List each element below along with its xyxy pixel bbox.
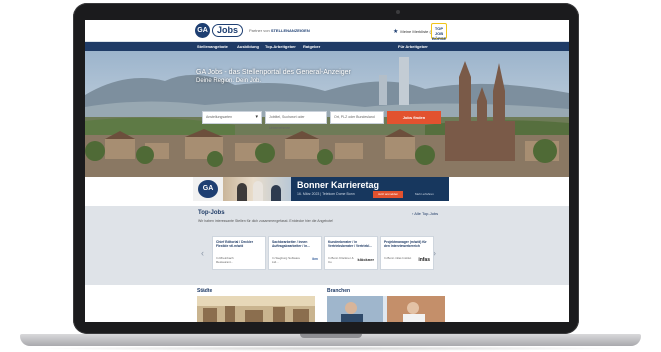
job-card-location: In Bonn Klöckner & Co xyxy=(328,256,354,264)
nav-item-fuer-arbeitgeber[interactable]: Für Arbeitgeber xyxy=(398,44,428,49)
award-badge: TOP JOB BÖRSE xyxy=(431,23,447,41)
webcam xyxy=(396,10,400,14)
job-card-title: Projektmanager (m/w/d) für den Interview… xyxy=(384,240,427,248)
job-card-brand: infas xyxy=(418,257,430,263)
job-card-title: Kundenberater / in Vertriebsberater / Ve… xyxy=(328,240,372,248)
person-figure xyxy=(271,185,281,201)
person-figure xyxy=(253,181,263,201)
site-header: GA Jobs Partner von STELLENANZEIGEN ★ Mei… xyxy=(85,20,569,42)
job-card-brand: klöckner xyxy=(357,257,374,262)
top-jobs-title: Top-Jobs xyxy=(198,210,225,216)
award-line: BÖRSE xyxy=(432,36,447,41)
job-card-title: Sachbearbeiter / innen Auftragsbearbeite… xyxy=(272,240,310,248)
laptop-shadow xyxy=(30,346,631,351)
partner-text: Partner von xyxy=(249,28,270,33)
top-jobs-section: Top-Jobs Wir haben interessante Stellen … xyxy=(85,206,569,285)
hero-title: GA Jobs - das Stellenportal des General-… xyxy=(196,69,351,76)
banner-more-link[interactable]: Mehr erfahren xyxy=(415,192,434,196)
employment-type-value: Anstellungsarten xyxy=(206,115,233,119)
job-card-location: In Bonn infas Institut xyxy=(384,256,412,260)
site-logo[interactable]: GA Jobs xyxy=(195,23,244,38)
banner-register-button[interactable]: Jetzt anmelden xyxy=(373,191,403,198)
find-jobs-button[interactable]: Jobs finden xyxy=(387,111,441,124)
job-card-brand: ibm xyxy=(311,257,318,261)
job-search-form: Anstellungsarten ▾ Jobtitel, Suchwort ode… xyxy=(202,111,441,130)
job-card[interactable]: Kundenberater / in Vertriebsberater / Ve… xyxy=(324,236,378,270)
laptop-notch xyxy=(300,334,362,338)
nav-item-ausbildung[interactable]: Ausbildung xyxy=(237,44,259,49)
job-card[interactable]: Projektmanager (m/w/d) für den Interview… xyxy=(380,236,434,270)
chevron-down-icon: ▾ xyxy=(255,114,258,120)
hero-subtitle: Deine Region. Dein Job. xyxy=(196,78,262,84)
location-input[interactable]: Ort, PLZ oder Bundesland xyxy=(330,111,384,124)
person-figure xyxy=(237,183,247,201)
ga-logo-icon: GA xyxy=(198,180,218,198)
nav-item-ratgeber[interactable]: Ratgeber xyxy=(303,44,320,49)
job-card[interactable]: Chief Editorial / Deckler Flexible vtl.m… xyxy=(212,236,266,270)
job-card-location: In Rheinbach Restaurant... xyxy=(216,256,234,264)
keyword-input[interactable]: Jobtitel, Suchwort oder Unternehmen xyxy=(265,111,327,130)
job-card-title: Chief Editorial / Deckler Flexible vtl.m… xyxy=(216,240,254,248)
banner-logo: GA xyxy=(193,177,223,201)
all-top-jobs-label: Alle Top-Jobs xyxy=(414,211,439,216)
city-photo xyxy=(197,296,315,322)
cities-section-title: Städte xyxy=(197,288,213,294)
employment-type-select[interactable]: Anstellungsarten ▾ xyxy=(202,111,262,124)
jobs-wordmark: Jobs xyxy=(212,24,244,37)
star-icon: ★ xyxy=(393,29,399,35)
nav-item-top-arbeitgeber[interactable]: Top-Arbeitgeber xyxy=(265,44,296,49)
job-card-location: In Siegburg Software Ltd... xyxy=(272,256,301,264)
industry-photo xyxy=(327,296,445,322)
main-nav: Stellenangebote Ausbildung Top-Arbeitgeb… xyxy=(85,42,569,51)
job-card[interactable]: Sachbearbeiter / innen Auftragsbearbeite… xyxy=(268,236,322,270)
partner-brand: STELLENANZEIGEN xyxy=(270,28,310,33)
ga-logo-icon: GA xyxy=(195,23,210,38)
laptop-mockup: GA Jobs Partner von STELLENANZEIGEN ★ Mei… xyxy=(0,0,661,352)
partner-note: Partner von STELLENANZEIGEN xyxy=(249,28,310,33)
all-top-jobs-link[interactable]: › Alle Top-Jobs xyxy=(412,211,438,216)
karrieretag-banner[interactable]: GA Bonner Karrieretag 16. März 2023 | Te… xyxy=(193,177,449,201)
banner-title: Bonner Karrieretag xyxy=(297,180,380,190)
hero-section: GA Jobs - das Stellenportal des General-… xyxy=(85,51,569,177)
industries-section-title: Branchen xyxy=(327,288,351,294)
banner-subtitle: 16. März 2023 | Telekom Dome Bonn xyxy=(297,192,355,196)
banner-photo xyxy=(223,177,291,201)
carousel-prev-icon[interactable]: ‹ xyxy=(201,248,204,258)
top-jobs-subtitle: Wir haben interessante Stellen für dich … xyxy=(198,219,334,223)
browser-screen: GA Jobs Partner von STELLENANZEIGEN ★ Mei… xyxy=(85,20,569,322)
cities-image[interactable] xyxy=(197,296,315,322)
merkliste-link[interactable]: ★ Meine Merkliste (0) xyxy=(393,28,434,35)
industries-image[interactable] xyxy=(327,296,445,322)
merkliste-label: Meine Merkliste (0) xyxy=(400,29,435,34)
nav-item-stellenangebote[interactable]: Stellenangebote xyxy=(197,44,228,49)
